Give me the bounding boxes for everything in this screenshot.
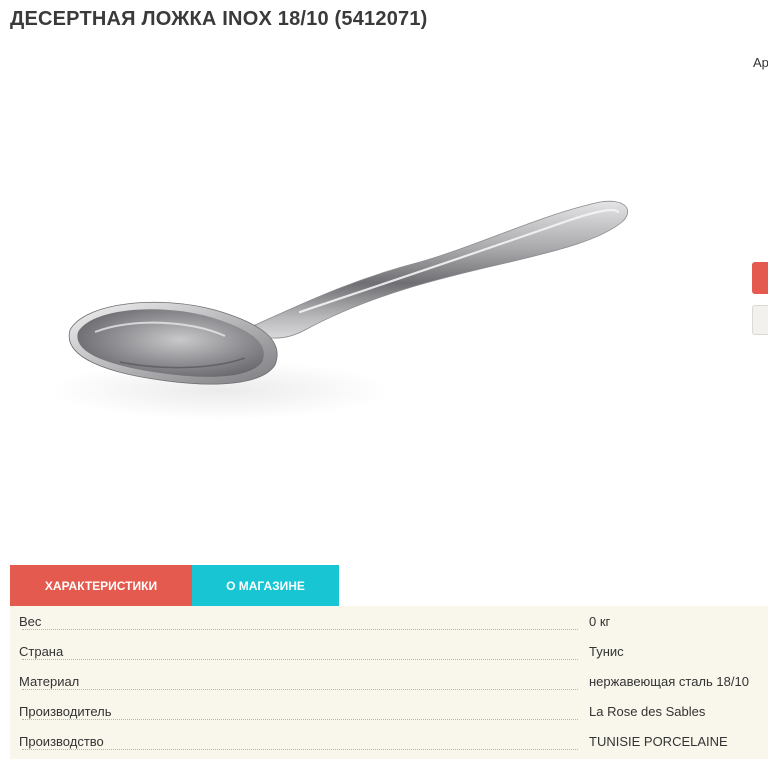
spec-row: Производство TUNISIE PORCELAINE — [10, 726, 768, 756]
spec-value: 0 кг — [589, 614, 611, 629]
spoon-icon — [50, 200, 628, 420]
spec-row: Вес 0 кг — [10, 606, 768, 636]
spec-divider — [22, 689, 578, 690]
spec-value: Тунис — [589, 644, 624, 659]
spec-divider — [22, 659, 578, 660]
article-label: Ар — [753, 55, 768, 70]
spec-row: Производитель La Rose des Sables — [10, 696, 768, 726]
spec-name: Страна — [19, 644, 70, 659]
spec-divider — [22, 719, 578, 720]
product-image[interactable] — [0, 40, 740, 550]
spec-value: La Rose des Sables — [589, 704, 706, 719]
specs-table: Вес 0 кг Страна Тунис Материал нержавеющ… — [10, 606, 768, 759]
spec-name: Вес — [19, 614, 48, 629]
tabs-bar: ХАРАКТЕРИСТИКИ О МАГАЗИНЕ — [10, 565, 339, 606]
buy-button[interactable] — [752, 262, 768, 294]
spec-name: Материал — [19, 674, 86, 689]
secondary-button[interactable] — [752, 305, 768, 335]
spec-divider — [22, 629, 578, 630]
tab-characteristics[interactable]: ХАРАКТЕРИСТИКИ — [10, 565, 192, 606]
spec-divider — [22, 749, 578, 750]
spec-row: Материал нержавеющая сталь 18/10 — [10, 666, 768, 696]
product-page: ДЕСЕРТНАЯ ЛОЖКА INOX 18/10 (5412071) Ар — [0, 0, 768, 759]
tab-about-store[interactable]: О МАГАЗИНЕ — [192, 565, 339, 606]
spec-name: Производство — [19, 734, 110, 749]
spec-value: нержавеющая сталь 18/10 — [589, 674, 749, 689]
spec-row: Страна Тунис — [10, 636, 768, 666]
page-title: ДЕСЕРТНАЯ ЛОЖКА INOX 18/10 (5412071) — [10, 8, 428, 30]
spec-name: Производитель — [19, 704, 118, 719]
spec-value: TUNISIE PORCELAINE — [589, 734, 728, 749]
